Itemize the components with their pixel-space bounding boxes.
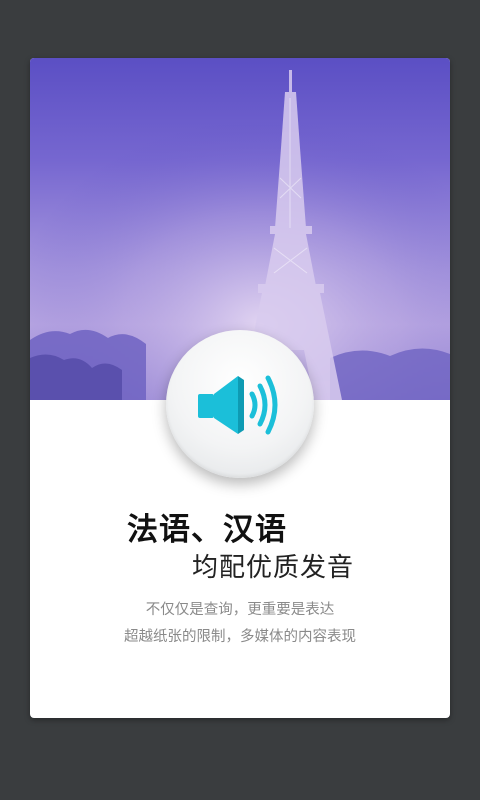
feature-headline: 法语、汉语: [127, 512, 287, 548]
feature-card: 法语、汉语 均配优质发音 不仅仅是查询，更重要是表达 超越纸张的限制，多媒体的内…: [30, 58, 450, 718]
intro-screen: 法语、汉语 均配优质发音 不仅仅是查询，更重要是表达 超越纸张的限制，多媒体的内…: [0, 0, 480, 800]
feature-description-line1: 不仅仅是查询，更重要是表达: [145, 602, 335, 618]
feature-description-line2: 超越纸张的限制，多媒体的内容表现: [124, 629, 356, 645]
play-pronunciation-button[interactable]: [166, 330, 314, 478]
feature-subheadline: 均配优质发音: [192, 553, 355, 583]
speaker-volume-icon: [198, 375, 278, 435]
